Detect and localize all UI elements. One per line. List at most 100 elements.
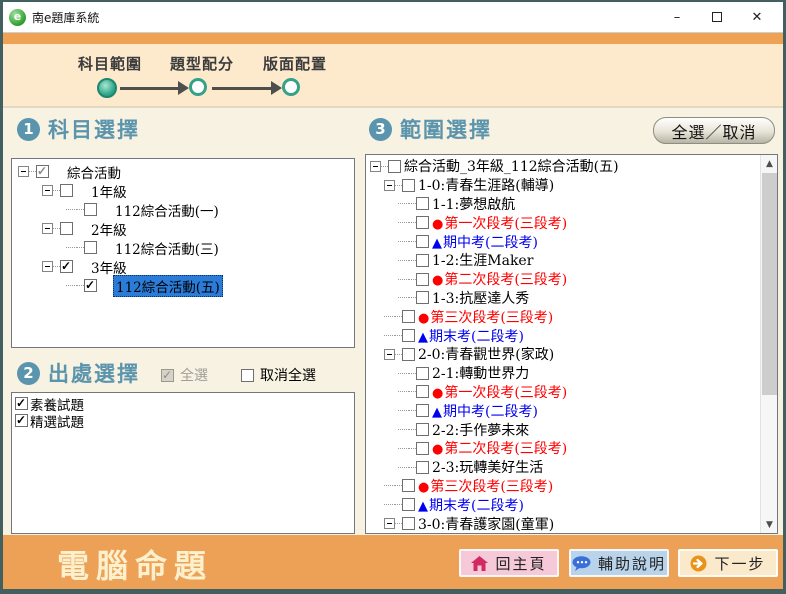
tree-row[interactable]: 綜合活動_3年級_112綜合活動(五) (370, 157, 777, 176)
tree-row[interactable]: 2-2:手作夢未來 (370, 420, 777, 439)
source-list-item[interactable]: 素養試題 (15, 395, 351, 412)
tree-checkbox[interactable] (60, 222, 73, 235)
tree-checkbox[interactable] (416, 291, 429, 304)
tree-checkbox[interactable] (416, 423, 429, 436)
tree-row[interactable]: 1-1:夢想啟航 (370, 195, 777, 214)
tree-row[interactable]: ▲期中考(二段考) (370, 401, 777, 420)
tree-checkbox[interactable] (416, 216, 429, 229)
tree-row[interactable]: ●第二次段考(三段考) (370, 439, 777, 458)
tree-label[interactable]: ▲期中考(二段考) (430, 401, 540, 421)
tree-row[interactable]: ●第二次段考(三段考) (370, 270, 777, 289)
tree-checkbox[interactable] (84, 279, 97, 292)
tree-label[interactable]: ●第二次段考(三段考) (430, 269, 569, 289)
tree-checkbox[interactable] (402, 479, 415, 492)
tree-label[interactable]: ●第一次段考(三段考) (430, 382, 569, 402)
tree-checkbox[interactable] (416, 442, 429, 455)
tree-checkbox[interactable] (416, 367, 429, 380)
home-button[interactable]: 回主頁 (459, 549, 559, 577)
tree-row[interactable]: ●第三次段考(三段考) (370, 477, 777, 496)
tree-label[interactable]: 綜合活動 (65, 162, 123, 182)
tree-row[interactable]: 2-3:玩轉美好生活 (370, 458, 777, 477)
tree-checkbox[interactable] (84, 203, 97, 216)
tree-row[interactable]: 綜合活動 (12, 162, 354, 181)
tree-row[interactable]: 1-0:青春生涯路(輔導) (370, 176, 777, 195)
tree-checkbox[interactable] (36, 165, 49, 178)
tree-checkbox[interactable] (402, 310, 415, 323)
tree-label[interactable]: 112綜合活動(一) (113, 200, 221, 220)
deselect-all-checkbox-box[interactable] (241, 369, 254, 382)
tree-label[interactable]: ●第三次段考(三段考) (416, 476, 555, 496)
tree-label[interactable]: 1年級 (89, 181, 129, 201)
tree-label[interactable]: 1-2:生涯Maker (430, 250, 535, 270)
tree-row[interactable]: ▲期中考(二段考) (370, 232, 777, 251)
select-all-checkbox-box[interactable] (161, 369, 174, 382)
tree-row[interactable]: 112綜合活動(三) (12, 238, 354, 257)
tree-row[interactable]: 1-3:抗壓達人秀 (370, 289, 777, 308)
tree-label[interactable]: 1-3:抗壓達人秀 (430, 288, 531, 308)
expand-toggle-icon[interactable] (384, 518, 395, 529)
tree-row[interactable]: 2-0:青春觀世界(家政) (370, 345, 777, 364)
tree-checkbox[interactable] (416, 404, 429, 417)
tree-label[interactable]: 2-2:手作夢未來 (430, 420, 531, 440)
tree-row[interactable]: ●第一次段考(三段考) (370, 213, 777, 232)
tree-label[interactable]: 1-0:青春生涯路(輔導) (416, 175, 556, 195)
scroll-down-icon[interactable]: ▼ (761, 516, 778, 533)
tree-label[interactable]: 2-1:轉動世界力 (430, 363, 531, 383)
tree-row[interactable]: 2-1:轉動世界力 (370, 364, 777, 383)
tree-row[interactable]: 1-2:生涯Maker (370, 251, 777, 270)
tree-checkbox[interactable] (402, 348, 415, 361)
tree-checkbox[interactable] (60, 184, 73, 197)
scrollbar-thumb[interactable] (762, 173, 777, 395)
help-button[interactable]: 輔助說明 (569, 549, 669, 577)
next-step-button[interactable]: 下一步 (678, 549, 778, 577)
expand-toggle-icon[interactable] (370, 161, 381, 172)
step-dot-3[interactable] (282, 78, 300, 96)
tree-label[interactable]: ●第二次段考(三段考) (430, 438, 569, 458)
tree-checkbox[interactable] (416, 273, 429, 286)
source-list-item[interactable]: 精選試題 (15, 412, 351, 429)
expand-toggle-icon[interactable] (384, 180, 395, 191)
tree-label[interactable]: ▲期末考(二段考) (416, 495, 526, 515)
minimize-button[interactable]: – (657, 2, 697, 32)
tree-row[interactable]: 2年級 (12, 219, 354, 238)
tree-checkbox[interactable] (416, 385, 429, 398)
scroll-up-icon[interactable]: ▲ (761, 155, 778, 172)
tree-checkbox[interactable] (416, 254, 429, 267)
tree-row[interactable]: 3-0:青春護家園(童軍) (370, 514, 777, 533)
maximize-button[interactable] (697, 2, 737, 32)
tree-checkbox[interactable] (416, 461, 429, 474)
vertical-scrollbar[interactable]: ▲ ▼ (760, 155, 777, 533)
tree-label[interactable]: ●第三次段考(三段考) (416, 307, 555, 327)
step-dot-2[interactable] (189, 78, 207, 96)
select-all-checkbox[interactable]: 全選 (161, 365, 208, 385)
tree-label[interactable]: 3-0:青春護家園(童軍) (416, 514, 556, 534)
tree-label[interactable]: ▲期中考(二段考) (430, 232, 540, 252)
tree-checkbox[interactable] (402, 498, 415, 511)
tree-row[interactable]: ▲期末考(二段考) (370, 326, 777, 345)
tree-row[interactable]: ●第三次段考(三段考) (370, 307, 777, 326)
source-checkbox[interactable] (15, 397, 28, 410)
tree-label[interactable]: 2年級 (89, 219, 129, 239)
tree-label[interactable]: 112綜合活動(三) (113, 238, 221, 258)
tree-label[interactable]: ▲期末考(二段考) (416, 326, 526, 346)
source-checkbox[interactable] (15, 414, 28, 427)
tree-checkbox[interactable] (402, 179, 415, 192)
tree-row[interactable]: ▲期末考(二段考) (370, 495, 777, 514)
expand-toggle-icon[interactable] (42, 261, 53, 272)
tree-checkbox[interactable] (416, 235, 429, 248)
tree-checkbox[interactable] (416, 197, 429, 210)
tree-label[interactable]: 2-3:玩轉美好生活 (430, 457, 545, 477)
tree-row[interactable]: 1年級 (12, 181, 354, 200)
tree-label[interactable]: ●第一次段考(三段考) (430, 213, 569, 233)
deselect-all-checkbox[interactable]: 取消全選 (241, 365, 316, 385)
step-dot-1[interactable] (97, 78, 117, 98)
expand-toggle-icon[interactable] (384, 349, 395, 360)
tree-checkbox[interactable] (84, 241, 97, 254)
expand-toggle-icon[interactable] (42, 223, 53, 234)
tree-label[interactable]: 112綜合活動(五) (113, 275, 223, 297)
tree-row[interactable]: 112綜合活動(五) (12, 276, 354, 295)
tree-checkbox[interactable] (402, 517, 415, 530)
tree-checkbox[interactable] (388, 160, 401, 173)
tree-row[interactable]: 112綜合活動(一) (12, 200, 354, 219)
tree-checkbox[interactable] (402, 329, 415, 342)
